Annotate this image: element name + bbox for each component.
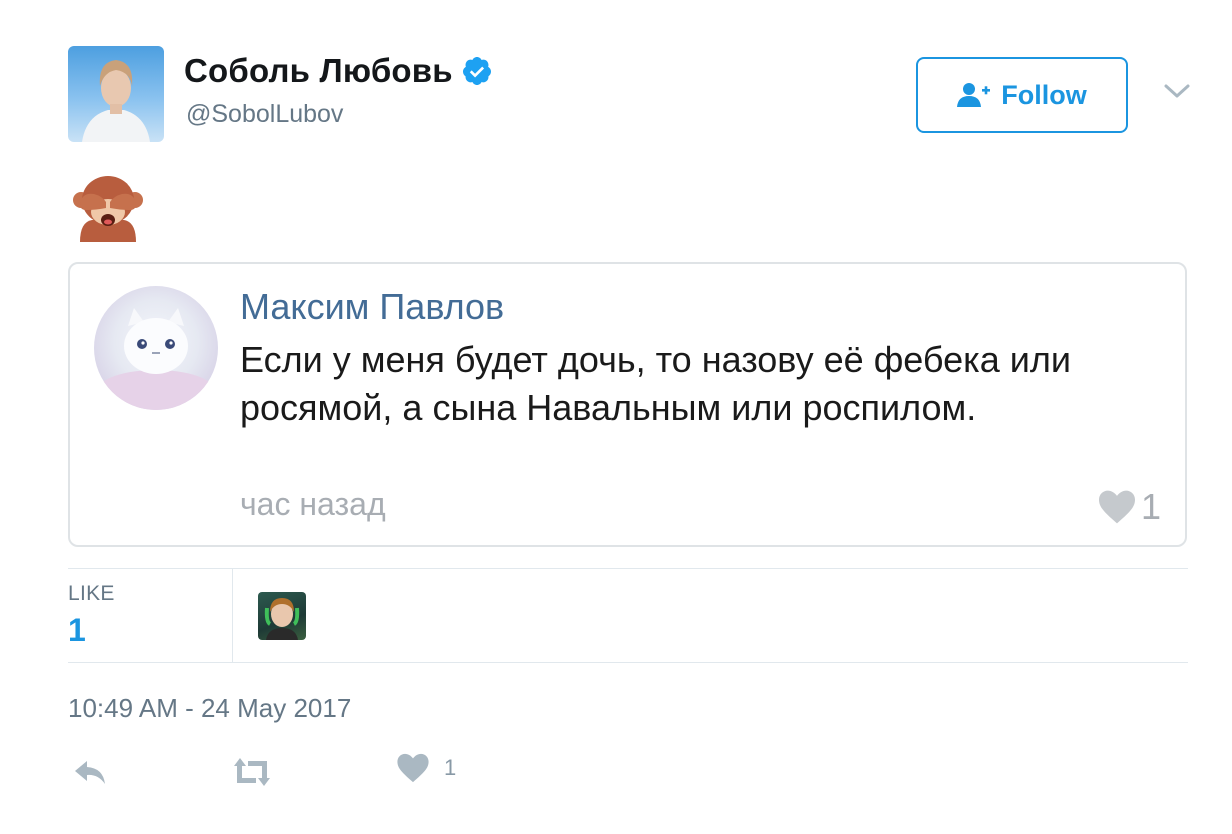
author-name-row: Соболь Любовь (184, 52, 493, 90)
quoted-post-like: 1 (1097, 486, 1161, 528)
liker-avatar[interactable] (258, 592, 306, 640)
reply-icon[interactable] (72, 754, 108, 790)
verified-badge-icon (462, 57, 491, 85)
quoted-post-time: час назад (240, 486, 386, 522)
retweet-icon[interactable] (230, 754, 274, 790)
follow-button[interactable]: Follow (916, 57, 1128, 133)
quoted-post-like-count: 1 (1140, 486, 1161, 527)
heart-icon (397, 753, 429, 783)
quoted-author-avatar-image (98, 308, 214, 410)
follow-button-label: Follow (1001, 79, 1087, 110)
like-stat-count[interactable]: 1 (68, 612, 86, 649)
like-action-count: 1 (444, 755, 457, 780)
author-handle[interactable]: @SobolLubov (186, 100, 343, 129)
like-stat-label: LIKE (68, 582, 115, 605)
chevron-down-icon[interactable] (1162, 80, 1192, 104)
author-avatar-image (82, 60, 150, 142)
like-button[interactable]: 1 (396, 752, 456, 784)
stats-divider-vertical (232, 569, 233, 662)
stats-divider-bottom (68, 662, 1188, 663)
quoted-author-avatar[interactable] (94, 286, 218, 410)
quoted-post-text: Если у меня будет дочь, то назову её феб… (240, 339, 1071, 428)
stats-divider-top (68, 568, 1188, 569)
tweet-timestamp[interactable]: 10:49 AM - 24 May 2017 (68, 693, 351, 724)
author-display-name[interactable]: Соболь Любовь (184, 52, 453, 90)
quoted-post-card[interactable]: Максим Павлов Если у меня будет дочь, то… (68, 262, 1187, 547)
see-no-evil-monkey-emoji (73, 176, 143, 242)
heart-icon (1098, 490, 1135, 524)
author-avatar[interactable] (68, 46, 164, 142)
liker-avatar-image (264, 598, 300, 640)
add-user-icon (957, 83, 991, 107)
quoted-author-name[interactable]: Максим Павлов (240, 286, 504, 328)
